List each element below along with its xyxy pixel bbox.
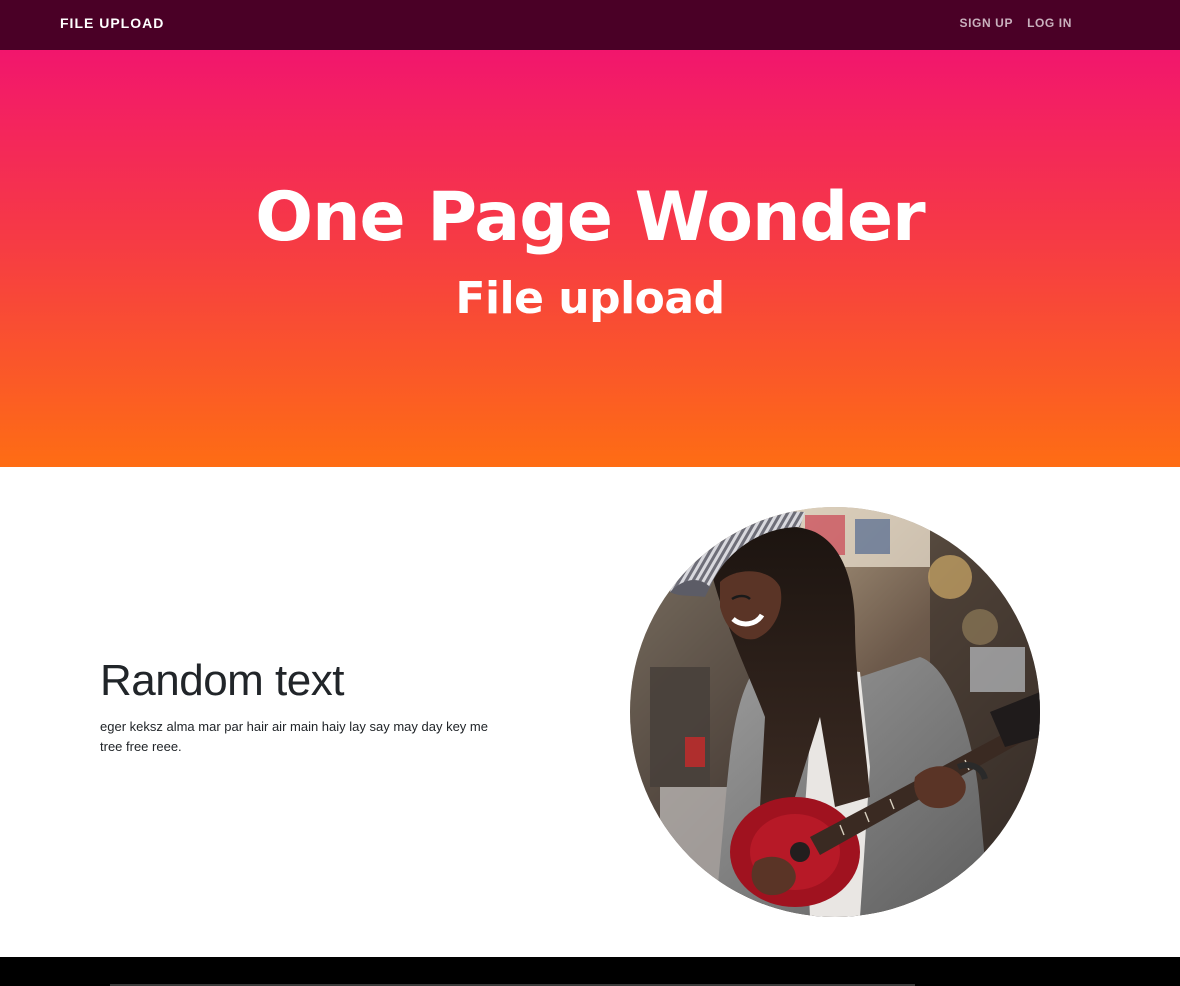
brand-link[interactable]: FILE UPLOAD <box>60 14 164 32</box>
hero-subtitle: File upload <box>455 273 725 324</box>
log-in-link[interactable]: LOG IN <box>1027 16 1072 30</box>
hero-title: One Page Wonder <box>255 178 925 257</box>
nav-links: SIGN UP LOG IN <box>960 16 1072 30</box>
hero-banner: One Page Wonder File upload <box>0 50 1180 467</box>
footer-bar <box>0 957 1180 986</box>
top-navbar: FILE UPLOAD SIGN UP LOG IN <box>0 0 1180 50</box>
section-body-text: eger keksz alma mar par hair air main ha… <box>100 719 488 754</box>
page: FILE UPLOAD SIGN UP LOG IN One Page Wond… <box>0 0 1180 986</box>
guitar-woman-illustration <box>630 507 1040 917</box>
content-section: Random text eger keksz alma mar par hair… <box>100 655 520 757</box>
circular-photo <box>630 507 1040 917</box>
section-heading: Random text <box>100 656 344 705</box>
sign-up-link[interactable]: SIGN UP <box>960 16 1014 30</box>
